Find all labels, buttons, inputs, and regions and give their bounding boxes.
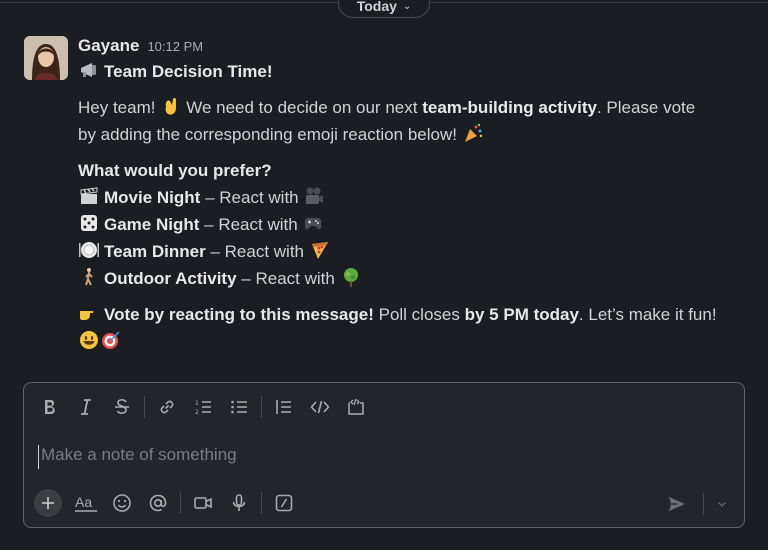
microphone-icon[interactable]	[221, 489, 257, 517]
message-composer: 12 Make a note of something Aa	[23, 382, 745, 528]
option-name: Team Dinner	[104, 242, 206, 261]
message-title-line: Team Decision Time!	[78, 58, 754, 85]
italic-icon[interactable]	[68, 393, 104, 421]
send-icon[interactable]	[659, 490, 695, 518]
cta-bold2: by 5 PM today	[464, 305, 579, 324]
walking-person-icon	[85, 268, 93, 286]
message-intro-line2: by adding the corresponding emoji reacti…	[78, 121, 754, 148]
clapper-icon	[80, 187, 98, 204]
option-name: Movie Night	[104, 188, 201, 207]
blockquote-icon[interactable]	[266, 393, 302, 421]
pointing-hand-icon	[80, 311, 94, 320]
pizza-icon	[311, 242, 328, 259]
message-title: Team Decision Time!	[104, 62, 273, 81]
slash-command-icon[interactable]	[266, 489, 302, 517]
ordered-list-icon[interactable]: 12	[185, 393, 221, 421]
text-format-icon[interactable]: Aa	[68, 489, 104, 517]
cta-mid: Poll closes	[378, 305, 460, 324]
intro-text-c: . Please vote	[596, 98, 696, 117]
option-suffix: – React with	[210, 242, 304, 261]
chevron-down-icon[interactable]	[712, 490, 732, 518]
avatar[interactable]	[24, 36, 68, 80]
svg-text:1: 1	[195, 400, 199, 407]
emoji-icon[interactable]	[104, 489, 140, 517]
megaphone-icon	[81, 63, 96, 77]
option-movie-night: Movie Night – React with	[78, 184, 754, 211]
message-input[interactable]: Make a note of something	[38, 445, 728, 469]
date-divider-pill[interactable]: Today ⌄	[338, 0, 430, 18]
message-content: Gayane 10:12 PM Team Decision Time! Hey …	[78, 36, 754, 355]
question-text: What would you prefer?	[78, 161, 272, 180]
toolbar-separator	[261, 396, 262, 418]
intro-bold: team-building activity	[422, 98, 597, 117]
plus-icon[interactable]	[34, 489, 62, 517]
toolbar-separator	[261, 492, 262, 514]
chevron-down-icon: ⌄	[402, 0, 412, 12]
composer-actions: Aa	[34, 488, 302, 518]
toolbar-separator	[144, 396, 145, 418]
option-outdoor-activity: Outdoor Activity – React with	[78, 265, 754, 292]
option-name: Outdoor Activity	[104, 269, 237, 288]
toolbar-separator	[180, 492, 181, 514]
svg-text:Aa: Aa	[75, 494, 92, 510]
option-suffix: – React with	[241, 269, 335, 288]
cta-bold: Vote by reacting to this message!	[104, 305, 374, 324]
code-block-icon[interactable]	[338, 393, 374, 421]
cta-end: . Let’s make it fun!	[578, 305, 717, 324]
option-suffix: – React with	[204, 215, 298, 234]
message-intro: Hey team! We need to decide on our next …	[78, 94, 754, 121]
video-icon[interactable]	[185, 489, 221, 517]
bold-icon[interactable]	[32, 393, 68, 421]
date-divider-label: Today	[356, 0, 397, 14]
bulleted-list-icon[interactable]	[221, 393, 257, 421]
tree-icon	[343, 268, 358, 287]
dice-icon	[81, 215, 97, 231]
svg-text:2: 2	[195, 409, 199, 416]
strikethrough-icon[interactable]	[104, 393, 140, 421]
cta-emoji-line	[78, 328, 754, 355]
option-game-night: Game Night – React with	[78, 211, 754, 238]
game-controller-icon	[305, 218, 322, 230]
mention-icon[interactable]	[140, 489, 176, 517]
party-popper-icon	[464, 123, 482, 142]
movie-camera-icon	[306, 187, 324, 204]
send-separator	[703, 493, 704, 515]
option-team-dinner: Team Dinner – React with	[78, 238, 754, 265]
code-icon[interactable]	[302, 393, 338, 421]
option-name: Game Night	[104, 215, 200, 234]
formatting-toolbar: 12	[32, 393, 374, 421]
message-timestamp[interactable]: 10:12 PM	[147, 39, 203, 54]
message-author[interactable]: Gayane	[78, 36, 139, 56]
option-suffix: – React with	[205, 188, 299, 207]
intro-text-b: We need to decide on our next	[186, 98, 418, 117]
intro-text-line2: by adding the corresponding emoji reacti…	[78, 125, 457, 144]
question-line: What would you prefer?	[78, 157, 754, 184]
send-area	[659, 490, 732, 518]
intro-text-a: Hey team!	[78, 98, 156, 117]
plate-icon	[79, 242, 99, 258]
bullseye-icon	[102, 331, 120, 349]
cta-line: Vote by reacting to this message! Poll c…	[78, 301, 754, 328]
grinning-face-icon	[80, 331, 98, 349]
waving-hand-icon	[165, 97, 177, 115]
link-icon[interactable]	[149, 393, 185, 421]
